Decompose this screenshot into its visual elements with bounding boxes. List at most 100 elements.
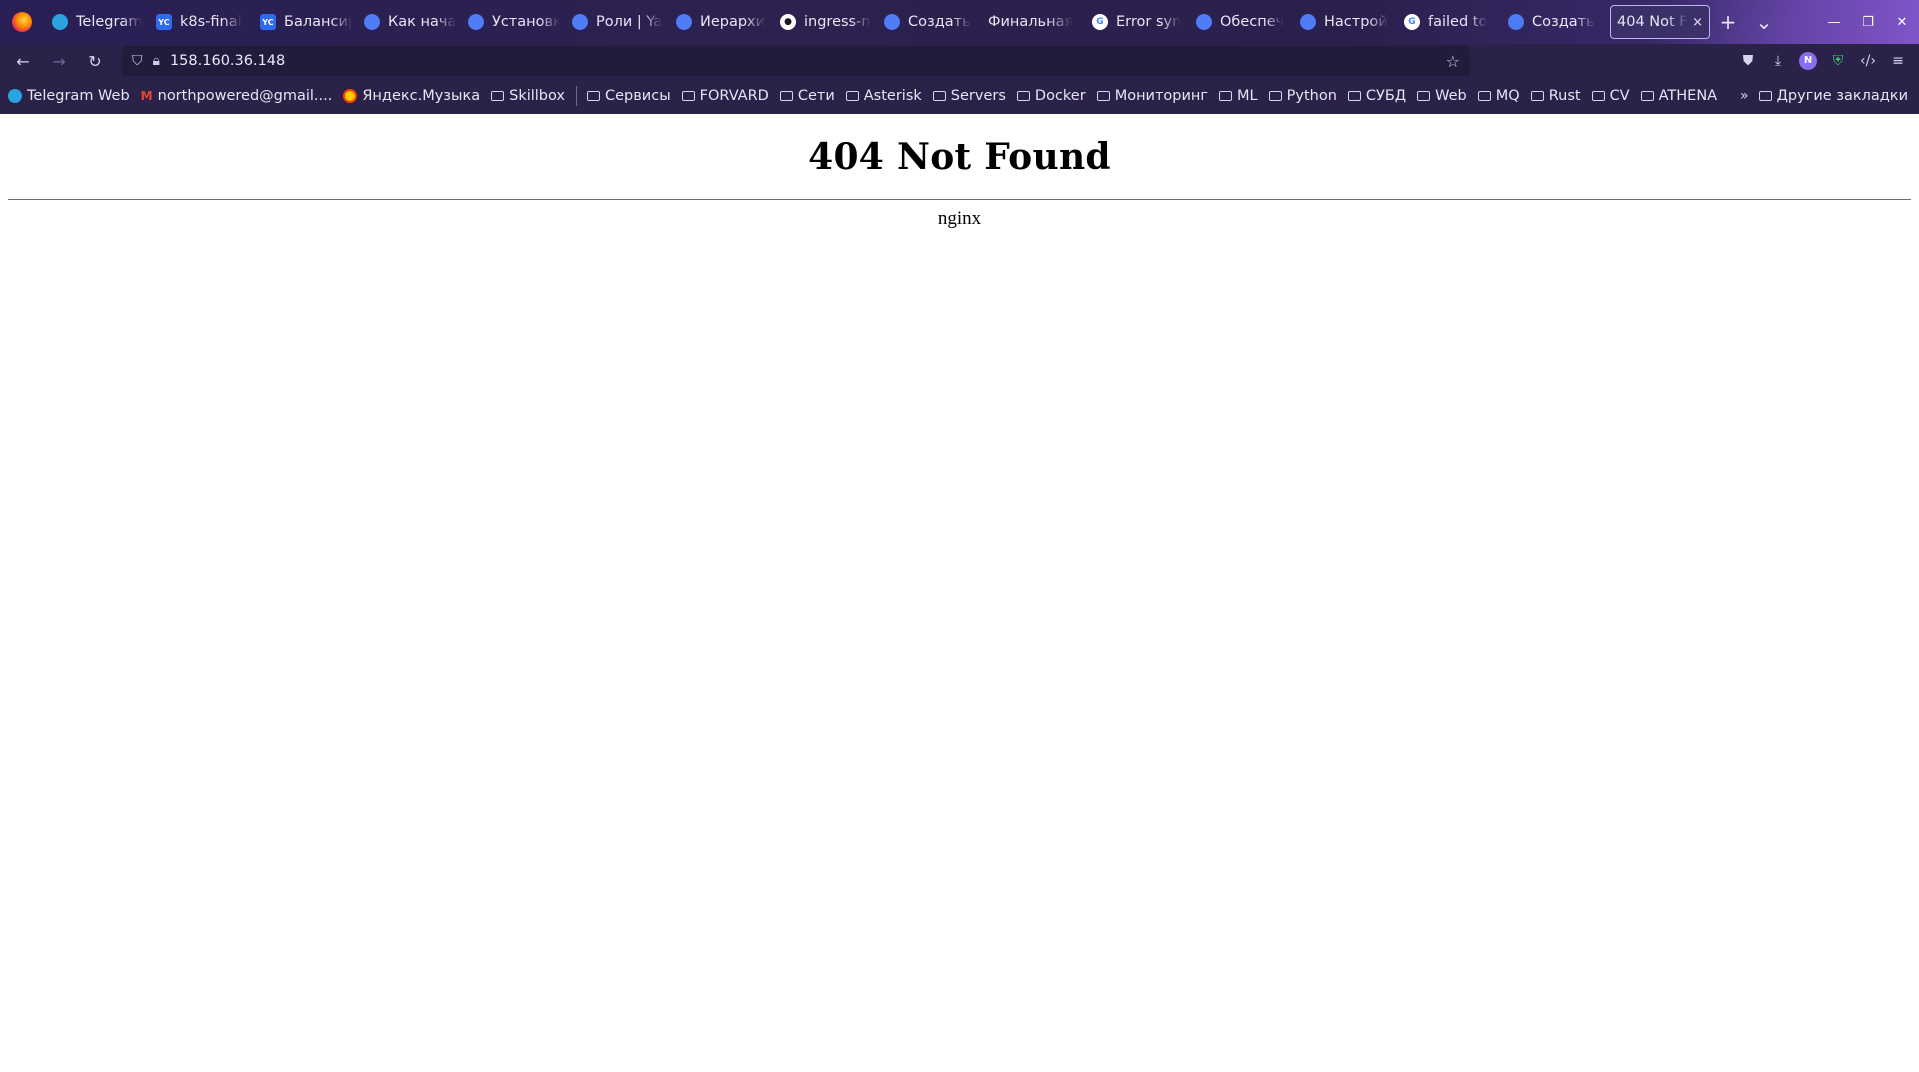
other-bookmarks[interactable]: Другие закладки [1758,88,1908,104]
bookmark-separator [576,86,578,106]
tab[interactable]: YC k8s-final [150,7,254,37]
bookmarks-toolbar: Telegram Web Mnorthpowered@gmail.... Яндек… [0,78,1919,114]
bookmark-folder[interactable]: ATHENA [1640,88,1718,104]
tab[interactable]: Создать [1502,7,1606,37]
gmail-icon: M [140,89,153,103]
tab[interactable]: Установк [462,7,566,37]
close-tab-icon[interactable]: × [1688,15,1703,30]
bookmark-folder-label: CV [1609,88,1630,104]
restore-icon[interactable]: ❐ [1851,15,1885,30]
tab-label: Настрой [1324,14,1388,30]
folder-icon [491,91,505,101]
tab-label: Как нача [388,14,456,30]
folder-icon [845,91,859,101]
folder-icon [1096,91,1110,101]
bookmark-folder[interactable]: Rust [1530,88,1581,104]
bookmark-folder[interactable]: CV [1591,88,1630,104]
menu-hamburger-icon[interactable]: ≡ [1883,53,1913,69]
close-window-icon[interactable]: ✕ [1885,15,1919,30]
vpn-shield-icon[interactable]: ⛨ [1823,53,1853,69]
downloads-icon[interactable]: ⤓ [1763,53,1793,69]
bookmark-folder[interactable]: Мониторинг [1096,88,1208,104]
bookmark-folder[interactable]: MQ [1477,88,1520,104]
address-bar[interactable]: ⛉ 🔒︎ 158.160.36.148 ☆ [122,46,1470,76]
bookmark-item[interactable]: Skillbox [491,88,565,104]
bookmark-folder-label: ATHENA [1658,88,1718,104]
bookmark-item[interactable]: Mnorthpowered@gmail.... [141,88,333,104]
tab[interactable]: Иерархи [670,7,774,37]
bookmark-folder[interactable]: Сервисы [587,88,671,104]
list-all-tabs-button[interactable]: ⌄ [1746,10,1782,34]
bookmark-folder[interactable]: СУБД [1347,88,1407,104]
bookmark-label: Telegram Web [27,88,130,104]
tab[interactable]: G Error syn [1086,7,1190,37]
url-text[interactable]: 158.160.36.148 [170,53,1446,69]
tab-label: Создать [908,14,971,30]
minimize-icon[interactable]: — [1817,15,1851,30]
tracking-protection-shield-icon[interactable]: ⛉ [132,53,143,69]
tab[interactable]: Обеспеч [1190,7,1294,37]
yandex-cloud-icon: YC [260,14,276,30]
bookmark-folder[interactable]: Python [1268,88,1337,104]
yandex-music-icon [343,89,358,103]
firefox-icon[interactable] [12,12,32,32]
bookmark-folder[interactable]: FORVARD [681,88,769,104]
pocket-icon[interactable]: ⛊ [1733,53,1763,69]
doc-icon [884,14,900,30]
toolbar-extensions: ⛊ ⤓ N ⛨ ‹/› ≡ [1733,52,1919,70]
tab[interactable]: Настрой [1294,7,1398,37]
tab-label: Error syn [1116,14,1182,30]
tab-label: 404 Not Found [1617,14,1688,30]
bookmark-folder[interactable]: ML [1219,88,1258,104]
tab-active[interactable]: 404 Not Found× [1610,5,1710,39]
tab[interactable]: Финальная [982,7,1086,37]
back-button[interactable]: ← [8,46,38,76]
tab[interactable]: Роли | Ya [566,7,670,37]
doc-icon [1300,14,1316,30]
tab-label: failed to [1428,14,1488,30]
bookmark-label: Skillbox [509,88,566,104]
tab[interactable]: YC Балансир [254,7,358,37]
bookmark-folder-label: Servers [950,88,1006,104]
profile-avatar[interactable]: N [1799,52,1817,70]
bookmark-label: northpowered@gmail.... [157,88,333,104]
bookmark-folder[interactable]: Docker [1016,88,1086,104]
tab[interactable]: Gfailed to [1398,7,1502,37]
bookmark-folder[interactable]: Servers [932,88,1006,104]
folder-icon [1758,91,1772,101]
bookmark-folder[interactable]: Asterisk [845,88,922,104]
folder-icon [1219,91,1233,101]
new-tab-button[interactable]: + [1710,10,1746,34]
bookmark-folder-label: FORVARD [699,88,769,104]
window-controls: — ❐ ✕ [1817,0,1919,44]
bookmark-folder[interactable]: Web [1417,88,1467,104]
page-title: 404 Not Found [808,136,1111,178]
bookmark-star-icon[interactable]: ☆ [1446,52,1460,71]
divider [8,199,1911,200]
bookmark-folder-label: Web [1435,88,1467,104]
bookmark-folder-label: СУБД [1365,88,1407,104]
bookmark-folder-label: ML [1237,88,1258,104]
tab[interactable]: Как нача [358,7,462,37]
bookmarks-overflow-icon[interactable]: » [1740,88,1749,104]
tab[interactable]: Telegram [46,7,150,37]
tab-label: Telegram [76,14,143,30]
bookmark-folder[interactable]: Сети [779,88,835,104]
tab[interactable]: Создать [878,7,982,37]
bookmark-folder-label: Rust [1548,88,1581,104]
lock-icon[interactable]: 🔒︎ [153,53,160,69]
tab[interactable]: ● ingress-n [774,7,878,37]
bookmark-item[interactable]: Яндекс.Музыка [343,88,480,104]
devtools-icon[interactable]: ‹/› [1853,53,1883,69]
tab-label: ingress-n [804,14,871,30]
server-signature: nginx [937,208,982,229]
folder-icon [1591,91,1605,101]
doc-icon [468,14,484,30]
bookmark-item[interactable]: Telegram Web [8,88,130,104]
folder-icon [779,91,793,101]
reload-button[interactable]: ↻ [80,46,110,76]
tab-label: Иерархи [700,14,766,30]
folder-icon [587,91,601,101]
forward-button[interactable]: → [44,46,74,76]
doc-icon [1508,14,1524,30]
